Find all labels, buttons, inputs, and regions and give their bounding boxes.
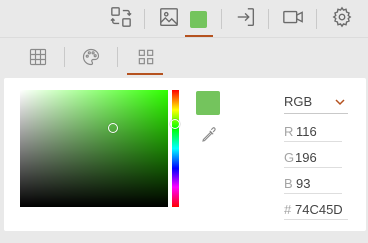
saturation-value-area[interactable] bbox=[20, 90, 168, 207]
video-button[interactable] bbox=[281, 7, 305, 31]
green-value[interactable]: 196 bbox=[295, 150, 317, 165]
toolbar-divider bbox=[221, 9, 222, 29]
top-toolbar bbox=[0, 0, 368, 37]
toolbar-divider bbox=[268, 9, 269, 29]
settings-button[interactable] bbox=[330, 6, 354, 33]
spectrum-mode-button[interactable] bbox=[135, 48, 157, 70]
grid-mode-button[interactable] bbox=[27, 48, 49, 70]
picker-mode-bar bbox=[0, 37, 368, 75]
color-picker-panel: RGB R 116 G 196 B 93 # 74C45D bbox=[4, 78, 366, 231]
blue-field[interactable]: B 93 bbox=[284, 174, 342, 194]
toolbar-divider bbox=[117, 47, 118, 67]
green-label: G bbox=[284, 150, 295, 165]
red-value[interactable]: 116 bbox=[296, 124, 317, 139]
red-label: R bbox=[284, 124, 294, 139]
hex-label: # bbox=[284, 202, 292, 217]
eyedropper-icon bbox=[200, 127, 218, 148]
current-color-swatch bbox=[196, 91, 220, 115]
hex-value[interactable]: 74C45D bbox=[295, 202, 343, 217]
active-mode-indicator bbox=[127, 73, 163, 75]
login-button[interactable] bbox=[234, 7, 258, 31]
gear-icon bbox=[331, 6, 353, 33]
toolbar-divider bbox=[144, 9, 145, 29]
hex-field[interactable]: # 74C45D bbox=[284, 200, 348, 220]
apps-grid-icon bbox=[136, 47, 156, 72]
chevron-down-icon bbox=[334, 95, 346, 107]
color-swatch-icon bbox=[189, 10, 207, 28]
blue-value[interactable]: 93 bbox=[296, 176, 310, 191]
hue-slider[interactable] bbox=[172, 90, 179, 207]
green-field[interactable]: G 196 bbox=[284, 148, 342, 168]
color-mode-value: RGB bbox=[284, 94, 313, 109]
saturation-value-cursor[interactable] bbox=[108, 123, 118, 133]
image-icon bbox=[158, 6, 180, 33]
color-mode-select[interactable]: RGB bbox=[284, 92, 348, 114]
toolbar-divider bbox=[316, 9, 317, 29]
hue-slider-handle[interactable] bbox=[170, 119, 180, 129]
toolbar-divider bbox=[64, 47, 65, 67]
red-field[interactable]: R 116 bbox=[284, 122, 342, 142]
color-swatch-button[interactable] bbox=[186, 7, 210, 31]
eyedropper-button[interactable] bbox=[200, 126, 218, 144]
login-icon bbox=[235, 6, 257, 33]
palette-mode-button[interactable] bbox=[80, 48, 102, 70]
image-button[interactable] bbox=[157, 7, 181, 31]
video-camera-icon bbox=[282, 6, 304, 33]
palette-icon bbox=[81, 47, 101, 72]
blue-label: B bbox=[284, 176, 293, 191]
swap-arrows-icon bbox=[110, 6, 132, 33]
grid-icon bbox=[28, 47, 48, 72]
swap-button[interactable] bbox=[109, 6, 133, 33]
